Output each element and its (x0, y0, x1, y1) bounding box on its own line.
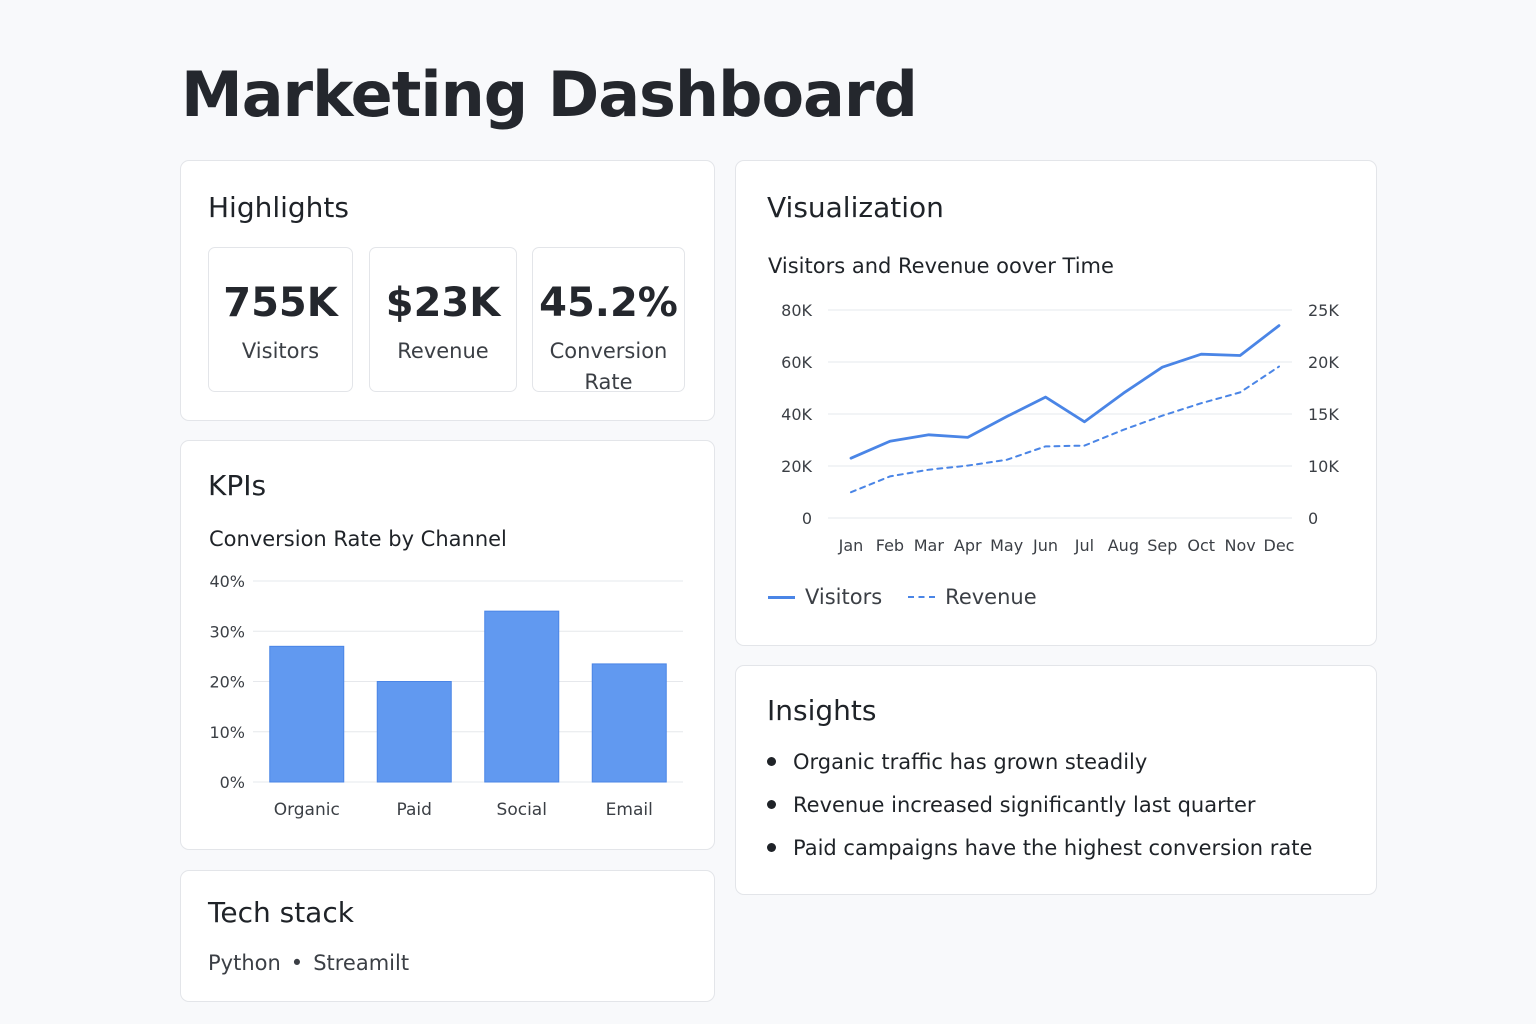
metric-value: 45.2% (539, 280, 678, 326)
y-left-tick-label: 0 (802, 509, 812, 528)
tech-stack-card: Tech stack Python • Streamilt (180, 870, 715, 1002)
metric-value: 755K (223, 280, 338, 326)
x-tick-label: Jan (838, 536, 864, 555)
insights-card: Insights Organic traffic has grown stead… (735, 665, 1377, 895)
legend-item-visitors: Visitors (768, 585, 882, 609)
y-left-tick-label: 40K (781, 405, 812, 424)
insight-text: Organic traffic has grown steadily (793, 750, 1148, 774)
y-tick-label: 40% (209, 572, 245, 591)
tech-stack-item: Streamilt (313, 951, 410, 975)
x-tick-label: Feb (876, 536, 904, 555)
x-tick-label: Sep (1147, 536, 1177, 555)
legend-dashed-line-icon (908, 596, 936, 598)
metric-label: Visitors (241, 339, 320, 363)
x-tick-label: Apr (954, 536, 982, 555)
x-tick-label: Jul (1074, 536, 1094, 555)
y-right-tick-label: 15K (1308, 405, 1339, 424)
insight-text: Revenue increased significantly last qua… (793, 793, 1256, 817)
highlights-card: Highlights 755K Visitors $23K Revenue 45… (180, 160, 715, 421)
metric-label: Conversion Rate (549, 339, 668, 394)
y-tick-label: 0% (220, 773, 245, 792)
metric-visitors: 755K Visitors (208, 247, 353, 392)
bullet-icon (767, 757, 776, 766)
line-chart: 0 20K 40K 60K 80K 0 10K 15K 20K 25K Jan Feb Mar Apr Ma… (781, 301, 1339, 555)
bar (269, 645, 345, 783)
y-left-tick-label: 80K (781, 301, 812, 320)
x-tick-label: Oct (1187, 536, 1215, 555)
tech-stack-list: Python • Streamilt (208, 951, 409, 975)
legend-label: Visitors (805, 585, 883, 609)
x-tick-label: Nov (1224, 536, 1255, 555)
insight-item: Organic traffic has grown steadily (767, 746, 1312, 789)
tech-stack-separator: • (290, 951, 304, 975)
bullet-icon (767, 843, 776, 852)
insights-title: Insights (767, 694, 877, 727)
legend-label: Revenue (945, 585, 1037, 609)
y-right-tick-label: 0 (1308, 509, 1318, 528)
visitors-line (849, 324, 1281, 460)
x-tick-label: Jun (1032, 536, 1058, 555)
insights-list: Organic traffic has grown steadily Reven… (767, 746, 1312, 875)
x-tick-label: May (990, 536, 1023, 555)
y-tick-label: 10% (209, 723, 245, 742)
y-tick-label: 20% (209, 673, 245, 692)
insight-item: Paid campaigns have the highest conversi… (767, 832, 1312, 875)
revenue-line (850, 365, 1280, 494)
highlights-title: Highlights (208, 191, 349, 224)
y-left-tick-label: 20K (781, 457, 812, 476)
page-title: Marketing Dashboard (181, 58, 918, 131)
line-chart-legend: Visitors Revenue (768, 585, 1063, 609)
bar (591, 663, 667, 783)
dashboard-page: Marketing Dashboard Highlights 755K Visi… (0, 0, 1536, 1024)
y-left-tick-label: 60K (781, 353, 812, 372)
metric-value: $23K (385, 280, 501, 326)
bar-chart: 0% 10% 20% 30% 40% Organic Paid Social Email (209, 572, 683, 820)
y-right-tick-label: 20K (1308, 353, 1339, 372)
y-right-tick-label: 25K (1308, 301, 1339, 320)
legend-solid-line-icon (768, 595, 795, 599)
x-tick-label: Paid (397, 800, 432, 820)
y-right-tick-label: 10K (1308, 457, 1339, 476)
x-tick-label: Email (606, 800, 653, 820)
x-tick-label: Organic (274, 800, 340, 820)
insight-text: Paid campaigns have the highest conversi… (793, 836, 1313, 860)
metric-revenue: $23K Revenue (369, 247, 517, 392)
x-tick-label: Social (497, 800, 547, 820)
insight-item: Revenue increased significantly last qua… (767, 789, 1312, 832)
tech-stack-title: Tech stack (208, 896, 354, 929)
y-tick-label: 30% (209, 622, 245, 641)
bullet-icon (767, 800, 776, 809)
visualization-card: Visualization Visitors and Revenue oover… (735, 160, 1377, 646)
tech-stack-item: Python (208, 951, 281, 975)
kpis-card: KPIs Conversion Rate by Channel 0% 10% 20%… (180, 440, 715, 850)
bar (484, 610, 560, 783)
x-tick-label: Mar (914, 536, 945, 555)
metric-conversion-rate: 45.2% Conversion Rate (532, 247, 685, 394)
bar (376, 681, 452, 783)
x-tick-label: Dec (1264, 536, 1295, 555)
legend-item-revenue: Revenue (908, 585, 1037, 609)
metric-label: Revenue (397, 339, 489, 363)
x-tick-label: Aug (1108, 536, 1139, 555)
